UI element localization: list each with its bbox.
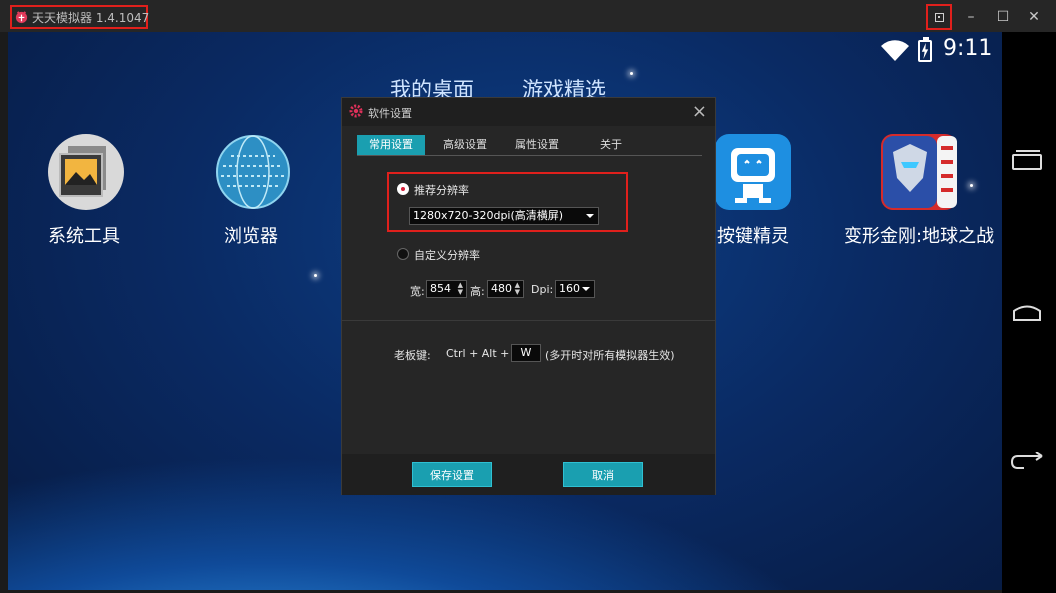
- custom-resolution-label: 自定义分辨率: [414, 249, 480, 262]
- width-input[interactable]: 854 ▲ ▼: [426, 280, 467, 298]
- app-label-browser[interactable]: 浏览器: [224, 222, 278, 248]
- app-label-key-sprite[interactable]: 按键精灵: [717, 222, 789, 248]
- recent-apps-icon[interactable]: [1012, 150, 1042, 170]
- dialog-header: 软件设置 ×: [342, 98, 715, 126]
- battery-icon: [918, 37, 932, 62]
- boss-key-combo: Ctrl + Alt +: [446, 347, 510, 360]
- spinner-arrows-icon[interactable]: ▲ ▼: [458, 282, 463, 296]
- status-clock: 9:11: [943, 36, 993, 61]
- star-decoration: [630, 72, 633, 75]
- dialog-title: 软件设置: [368, 107, 412, 120]
- gear-icon: [349, 104, 363, 118]
- boss-key-note: (多开时对所有模拟器生效): [545, 349, 675, 362]
- robot-icon[interactable]: [713, 132, 793, 212]
- width-value: 854: [430, 282, 451, 295]
- height-label: 高:: [470, 285, 485, 298]
- dpi-value: 160: [559, 282, 580, 295]
- dialog-footer: 保存设置 取消: [342, 454, 715, 495]
- browser-globe-icon[interactable]: [213, 132, 293, 212]
- width-label: 宽:: [410, 285, 425, 298]
- app-label-system-tools[interactable]: 系统工具: [48, 222, 120, 248]
- app-label-transformers[interactable]: 变形金刚:地球之战: [844, 222, 994, 248]
- window-title: 天天模拟器 1.4.1047: [32, 11, 150, 25]
- title-bar: 天天模拟器 1.4.1047 – ☐ ✕: [0, 0, 1056, 32]
- height-value: 480: [491, 282, 512, 295]
- section-divider: [342, 320, 715, 321]
- tab-underline: [357, 155, 702, 156]
- boss-key-input[interactable]: W: [511, 344, 541, 362]
- tab-property-settings[interactable]: 属性设置: [503, 135, 571, 155]
- maximize-button[interactable]: ☐: [990, 4, 1016, 30]
- tab-general-settings[interactable]: 常用设置: [357, 135, 425, 155]
- back-icon[interactable]: [1010, 452, 1044, 474]
- star-decoration: [314, 274, 317, 277]
- chevron-down-icon: [582, 287, 590, 291]
- close-button[interactable]: ✕: [1021, 4, 1047, 30]
- charging-bolt-icon: [921, 43, 929, 59]
- dpi-label: Dpi:: [531, 283, 554, 296]
- cancel-button[interactable]: 取消: [563, 462, 643, 487]
- tab-advanced-settings[interactable]: 高级设置: [431, 135, 499, 155]
- wifi-icon: [881, 40, 909, 61]
- tab-about[interactable]: 关于: [577, 135, 645, 155]
- dialog-close-icon[interactable]: ×: [692, 101, 707, 122]
- save-settings-button[interactable]: 保存设置: [412, 462, 492, 487]
- float-window-icon: [935, 13, 944, 22]
- minimize-button[interactable]: –: [958, 4, 984, 30]
- boss-key-label: 老板键:: [394, 349, 431, 362]
- resolution-highlight-box: [387, 172, 628, 232]
- home-icon[interactable]: [1012, 302, 1042, 322]
- android-nav-bar: [1002, 32, 1056, 593]
- spinner-arrows-icon[interactable]: ▲ ▼: [515, 282, 520, 296]
- float-window-button[interactable]: [926, 4, 952, 30]
- app-logo-icon: [15, 11, 28, 24]
- settings-dialog: 软件设置 × 常用设置 高级设置 属性设置 关于 推荐分辨率 1280x720-…: [341, 97, 716, 495]
- transformers-icon[interactable]: [879, 132, 959, 212]
- star-decoration: [970, 184, 973, 187]
- custom-resolution-radio[interactable]: [397, 248, 409, 260]
- height-input[interactable]: 480 ▲ ▼: [487, 280, 524, 298]
- system-tools-icon[interactable]: [46, 132, 126, 212]
- dpi-select[interactable]: 160: [555, 280, 595, 298]
